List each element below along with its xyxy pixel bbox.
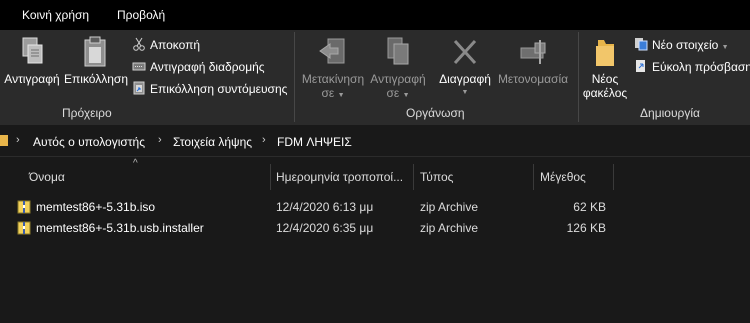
paste-shortcut-icon: [132, 81, 146, 95]
delete-x-icon: [450, 36, 480, 68]
easy-access-icon: [634, 59, 648, 73]
dropdown-arrow-icon: ▼: [402, 92, 410, 99]
move-to-icon: [318, 36, 348, 68]
column-header-size[interactable]: Μέγεθος: [540, 164, 586, 190]
new-group-label: Δημιουργία: [640, 106, 700, 120]
new-item-icon: [634, 37, 648, 51]
dropdown-arrow-icon: ▼: [721, 44, 729, 51]
zip-archive-icon: [17, 200, 31, 214]
breadcrumb-this-pc[interactable]: Αυτός ο υπολογιστής: [33, 135, 145, 149]
file-size: 126 KB: [566, 221, 606, 235]
scissors-icon: [132, 37, 146, 51]
rename-icon: [518, 36, 548, 68]
move-to-label-2: σε: [321, 86, 335, 100]
column-divider[interactable]: [533, 164, 534, 190]
address-bar[interactable]: › Αυτός ο υπολογιστής › Στοιχεία λήψης ›…: [0, 125, 750, 157]
rename-button[interactable]: Μετονομασία: [496, 36, 570, 86]
copy-icon: [17, 36, 47, 68]
file-row[interactable]: memtest86+-5.31b.usb.installer 12/4/2020…: [0, 218, 750, 238]
rename-label: Μετονομασία: [497, 72, 569, 86]
paste-shortcut-label: Επικόλληση συντόμευσης: [150, 82, 288, 96]
chevron-right-icon: ›: [262, 134, 266, 146]
file-size: 62 KB: [573, 200, 606, 214]
sort-ascending-icon: ^: [133, 158, 138, 169]
paste-label: Επικόλληση: [64, 72, 129, 86]
new-folder-label-1: Νέος: [591, 72, 619, 86]
paste-icon: [80, 36, 110, 68]
ribbon-tabs: Κοινή χρήση Προβολή: [0, 0, 750, 30]
file-name: memtest86+-5.31b.usb.installer: [36, 221, 204, 235]
tab-view[interactable]: Προβολή: [117, 8, 165, 22]
copy-to-icon: [383, 36, 413, 68]
tab-share[interactable]: Κοινή χρήση: [22, 8, 89, 22]
organize-group-label: Οργάνωση: [406, 106, 465, 120]
column-divider[interactable]: [413, 164, 414, 190]
dropdown-arrow-icon: ▼: [461, 89, 469, 96]
move-to-label-1: Μετακίνηση: [301, 72, 365, 86]
clipboard-group-label: Πρόχειρο: [62, 106, 112, 120]
breadcrumb-downloads[interactable]: Στοιχεία λήψης: [173, 135, 252, 149]
cut-button[interactable]: Αποκοπή: [132, 36, 200, 54]
group-divider: [578, 32, 579, 122]
copy-label: Αντιγραφή: [4, 72, 60, 86]
folder-icon: [590, 36, 620, 68]
file-date: 12/4/2020 6:13 μμ: [276, 200, 374, 214]
file-type: zip Archive: [420, 200, 479, 214]
copy-path-button[interactable]: Αντιγραφή διαδρομής: [132, 58, 265, 76]
file-date: 12/4/2020 6:35 μμ: [276, 221, 374, 235]
cut-label: Αποκοπή: [150, 38, 201, 52]
folder-icon: [0, 133, 8, 147]
column-header-type[interactable]: Τύπος: [420, 164, 453, 190]
easy-access-button[interactable]: Εύκολη πρόσβαση: [634, 58, 750, 76]
file-row[interactable]: memtest86+-5.31b.iso 12/4/2020 6:13 μμ z…: [0, 197, 750, 217]
paste-button[interactable]: Επικόλληση: [64, 36, 129, 86]
new-item-label: Νέο στοιχείο: [652, 38, 719, 52]
move-to-button[interactable]: Μετακίνηση σε ▼: [300, 36, 366, 103]
file-type: zip Archive: [420, 221, 479, 235]
paste-shortcut-button[interactable]: Επικόλληση συντόμευσης: [132, 80, 287, 98]
new-folder-label-2: φακέλος: [582, 86, 628, 100]
file-name: memtest86+-5.31b.iso: [36, 200, 156, 214]
zip-archive-icon: [17, 221, 31, 235]
chevron-right-icon: ›: [158, 134, 162, 146]
copy-path-icon: [132, 59, 146, 73]
column-header-date[interactable]: Ημερομηνία τροποποί...: [276, 164, 403, 190]
dropdown-arrow-icon: ▼: [337, 92, 345, 99]
breadcrumb-fdm-folder[interactable]: FDM ΛΗΨΕΙΣ: [277, 135, 352, 149]
copy-to-label-1: Αντιγραφή: [370, 72, 426, 86]
delete-button[interactable]: Διαγραφή ▼: [436, 36, 494, 100]
ribbon: Αντιγραφή Επικόλληση Αποκοπή Αντιγραφή δ…: [0, 30, 750, 125]
delete-label: Διαγραφή: [439, 72, 491, 86]
column-divider[interactable]: [270, 164, 271, 190]
new-folder-button[interactable]: Νέος φακέλος: [580, 36, 630, 100]
column-divider[interactable]: [613, 164, 614, 190]
copy-path-label: Αντιγραφή διαδρομής: [150, 60, 265, 74]
chevron-right-icon: ›: [16, 134, 20, 146]
column-header-name[interactable]: Όνομα: [29, 164, 65, 190]
new-item-button[interactable]: Νέο στοιχείο ▼: [634, 36, 729, 54]
copy-button[interactable]: Αντιγραφή: [2, 36, 62, 86]
copy-to-label-2: σε: [386, 86, 400, 100]
group-divider: [294, 32, 295, 122]
easy-access-label: Εύκολη πρόσβαση: [652, 60, 750, 74]
copy-to-button[interactable]: Αντιγραφή σε ▼: [366, 36, 430, 103]
